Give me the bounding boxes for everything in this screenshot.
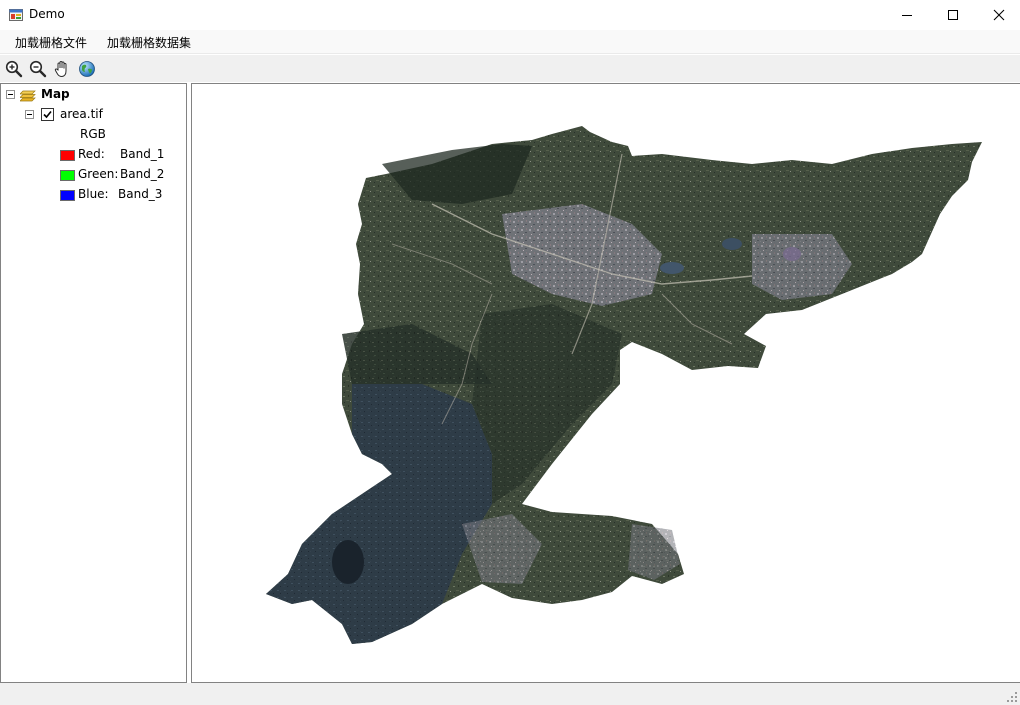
renderer-label: RGB (80, 127, 106, 141)
close-icon (993, 9, 1005, 21)
layer-name[interactable]: area.tif (60, 107, 103, 121)
green-band-name: Band_2 (120, 167, 165, 181)
map-node-label[interactable]: Map (41, 87, 70, 101)
toolbar (0, 55, 1020, 82)
collapse-layer-node-icon[interactable] (25, 110, 34, 119)
green-channel-label: Green: (78, 167, 119, 181)
minimize-icon (902, 15, 912, 16)
maximize-button[interactable] (930, 0, 976, 30)
zoom-in-button[interactable] (4, 59, 24, 79)
close-button[interactable] (976, 0, 1020, 30)
layer-visibility-checkbox[interactable] (41, 108, 54, 121)
zoom-out-button[interactable] (28, 59, 48, 79)
resize-grip-icon[interactable] (1006, 691, 1018, 703)
menu-load-raster-dataset[interactable]: 加载栅格数据集 (107, 34, 191, 51)
zoom-in-icon (5, 60, 23, 78)
window-title: Demo (29, 7, 65, 21)
satellite-raster-image (266, 126, 982, 644)
full-extent-button[interactable] (77, 59, 97, 79)
minimize-button[interactable] (884, 0, 930, 30)
map-layers-icon (20, 90, 36, 102)
title-bar: Demo (0, 0, 1020, 30)
checkmark-icon (43, 110, 52, 119)
zoom-out-icon (29, 60, 47, 78)
green-band-swatch (60, 170, 75, 181)
maximize-icon (948, 10, 958, 20)
pan-hand-icon (54, 60, 67, 78)
blue-band-swatch (60, 190, 75, 201)
menu-bar: 加载栅格文件 加载栅格数据集 (0, 30, 1020, 54)
status-bar (0, 683, 1020, 705)
menu-load-raster-file[interactable]: 加载栅格文件 (15, 34, 87, 51)
red-band-name: Band_1 (120, 147, 165, 161)
app-form-icon (9, 9, 23, 21)
red-band-swatch (60, 150, 75, 161)
layer-tree-panel[interactable]: Map area.tif RGB Red: Band_1 Green: Band… (0, 83, 187, 683)
pan-button[interactable] (52, 59, 72, 79)
red-channel-label: Red: (78, 147, 105, 161)
blue-channel-label: Blue: (78, 187, 109, 201)
full-extent-globe-icon (79, 61, 95, 77)
collapse-map-node-icon[interactable] (6, 90, 15, 99)
blue-band-name: Band_3 (118, 187, 163, 201)
map-canvas[interactable] (191, 83, 1020, 683)
